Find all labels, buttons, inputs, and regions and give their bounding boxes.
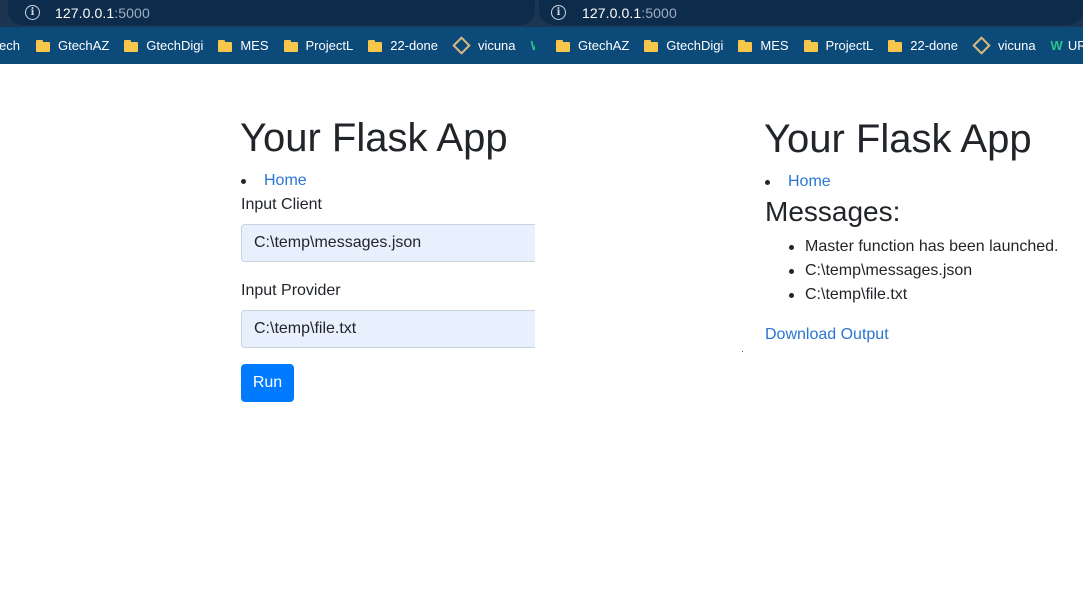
bookmark-label: GtechDigi [146,38,204,53]
folder-icon [803,39,818,52]
home-link[interactable]: Home [788,173,831,190]
info-icon[interactable]: i [551,5,566,20]
bookmark-label: ech [0,38,20,53]
nav-list: Home [765,170,831,194]
bookmark-url[interactable]: W URL [1051,38,1083,53]
browser-titlebar: i 127.0.0.1:5000 [535,0,1083,27]
bookmark-folder-22-done[interactable]: 22-done [888,38,958,53]
page-title: Your Flask App [764,117,1032,161]
nav-item-home: Home [765,170,831,194]
input-client-field[interactable] [241,224,535,262]
url-text[interactable]: 127.0.0.1:5000 [582,5,677,21]
bookmark-label: 22-done [910,38,958,53]
bookmark-label: GtechAZ [578,38,630,53]
bookmarks-bar: GtechAZ GtechDigi MES ProjectL 22-done v… [535,27,1083,64]
download-output-link[interactable]: Download Output [765,323,889,347]
browser-titlebar: i 127.0.0.1:5000 [0,0,535,27]
messages-list: Master function has been launched. C:\te… [765,235,1059,307]
bookmark-label: ProjectL [305,38,354,53]
bookmark-vicuna[interactable]: vicuna [972,36,1036,55]
vicuna-icon [452,36,471,55]
address-bar[interactable]: i 127.0.0.1:5000 [8,0,535,25]
nav-list: Home [241,169,307,193]
message-item: C:\temp\file.txt [765,283,1059,307]
run-button[interactable]: Run [241,364,294,402]
flask-result-page: Your Flask App Home Messages: Master fun… [535,64,1083,594]
home-link[interactable]: Home [264,172,307,189]
folder-icon [35,39,50,52]
page-title: Your Flask App [240,116,508,160]
w-icon: W [1050,38,1063,53]
input-client-label: Input Client [241,196,322,213]
bookmark-label: MES [760,38,789,53]
flask-form-page: Your Flask App Home Input Client Input P… [0,64,535,594]
folder-icon [738,39,753,52]
bookmark-folder-mes[interactable]: MES [738,38,789,53]
folder-icon [283,39,298,52]
bookmarks-bar: ech GtechAZ GtechDigi MES ProjectL 22-do… [0,27,535,64]
bookmark-label: URL [1067,38,1083,53]
bookmark-folder-projectl[interactable]: ProjectL [803,38,874,53]
bookmark-vicuna[interactable]: vicuna [452,36,516,55]
input-provider-field[interactable] [241,310,535,348]
stray-dot [742,351,743,352]
folder-icon [644,39,659,52]
bookmark-folder-gtechdigi[interactable]: GtechDigi [644,38,723,53]
folder-icon [218,39,233,52]
vicuna-icon [972,36,991,55]
bookmark-label: 22-done [390,38,438,53]
bookmark-folder-projectl[interactable]: ProjectL [283,38,354,53]
message-item: C:\temp\messages.json [765,259,1059,283]
nav-item-home: Home [241,169,307,193]
bookmark-label: vicuna [997,38,1036,53]
url-text[interactable]: 127.0.0.1:5000 [55,5,150,21]
folder-icon [556,39,570,52]
folder-icon [124,39,139,52]
bookmark-label: GtechAZ [57,38,110,53]
browser-window-right: i 127.0.0.1:5000 GtechAZ GtechDigi MES P… [535,0,1083,594]
folder-icon [368,39,383,52]
message-item: Master function has been launched. [765,235,1059,259]
info-icon[interactable]: i [25,5,40,20]
bookmark-label: ProjectL [825,38,874,53]
url-port: :5000 [641,4,677,21]
url-host: 127.0.0.1 [582,4,642,21]
bookmark-label: vicuna [477,38,516,53]
bookmark-label: GtechDigi [666,38,724,53]
messages-heading: Messages: [765,196,901,227]
bookmark-item[interactable]: ech [0,38,20,53]
url-port: :5000 [114,4,150,21]
input-provider-label: Input Provider [241,282,341,299]
bookmark-folder-gtechaz[interactable]: GtechAZ [35,38,110,53]
bookmark-folder-gtechdigi[interactable]: GtechDigi [124,38,203,53]
bookmark-folder-22-done[interactable]: 22-done [368,38,438,53]
address-bar[interactable]: i 127.0.0.1:5000 [539,0,1083,25]
browser-window-left: i 127.0.0.1:5000 ech GtechAZ GtechDigi M… [0,0,535,594]
folder-icon [888,39,903,52]
bookmark-folder-gtechaz[interactable]: GtechAZ [556,38,629,53]
url-host: 127.0.0.1 [55,4,115,21]
bookmark-label: MES [240,38,269,53]
bookmark-folder-mes[interactable]: MES [218,38,269,53]
